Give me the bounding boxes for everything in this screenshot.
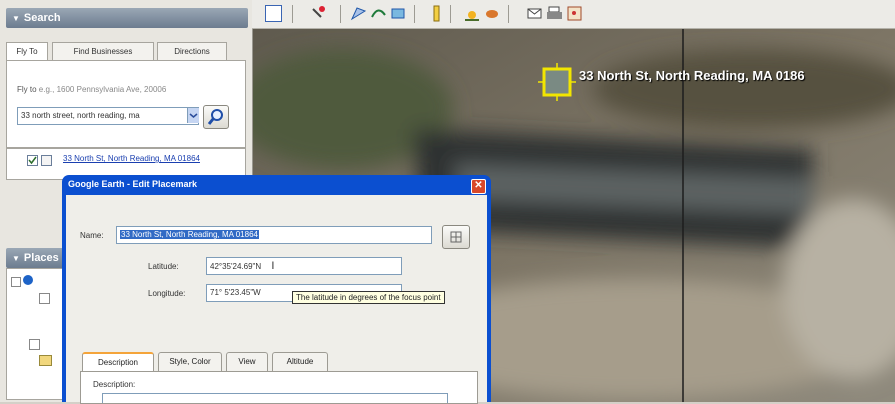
print-icon[interactable] <box>546 5 563 22</box>
polygon-icon[interactable] <box>350 5 367 22</box>
tab-view[interactable]: View <box>226 352 268 371</box>
places-tree <box>6 268 68 400</box>
toolbar <box>252 0 895 29</box>
expand-icon[interactable] <box>11 277 21 287</box>
tab-altitude[interactable]: Altitude <box>272 352 328 371</box>
ruler-icon[interactable] <box>428 5 445 22</box>
collapse-triangle-icon: ▼ <box>12 14 20 23</box>
latitude-tooltip: The latitude in degrees of the focus poi… <box>292 291 445 304</box>
description-label: Description: <box>93 380 136 389</box>
dropdown-button[interactable] <box>187 108 199 123</box>
tab-find-businesses[interactable]: Find Businesses <box>52 42 154 61</box>
result-checkbox[interactable] <box>27 155 38 166</box>
overlay-icon[interactable] <box>390 5 407 22</box>
text-cursor-icon: I <box>271 260 275 272</box>
search-input[interactable]: 33 north street, north reading, ma <box>17 107 199 125</box>
latitude-label: Latitude: <box>148 262 179 271</box>
planet-icon[interactable] <box>484 5 501 22</box>
placemark-icon <box>41 155 52 166</box>
chevron-down-icon <box>189 113 198 118</box>
pushpin-icon <box>450 231 462 243</box>
folder-icon <box>39 355 52 366</box>
email-icon[interactable] <box>526 5 543 22</box>
tab-directions[interactable]: Directions <box>157 42 227 61</box>
placemark-target[interactable] <box>538 63 576 101</box>
search-panel-header[interactable]: ▼ Search <box>6 8 248 28</box>
search-button[interactable] <box>203 105 229 129</box>
placemark-style-button[interactable] <box>442 225 470 249</box>
dialog-title: Google Earth - Edit Placemark <box>68 179 198 189</box>
name-label: Name: <box>80 231 104 240</box>
close-icon[interactable]: ✕ <box>471 179 486 194</box>
magnifier-icon <box>207 109 223 125</box>
edit-placemark-dialog: Google Earth - Edit Placemark ✕ Name: 33… <box>62 175 491 404</box>
fly-to-hint: e.g., 1600 Pennsylvania Ave, 20006 <box>38 85 167 94</box>
path-icon[interactable] <box>370 5 387 22</box>
tab-description[interactable]: Description <box>82 352 154 372</box>
tab-fly-to[interactable]: Fly To <box>6 42 48 62</box>
tree-checkbox[interactable] <box>39 293 50 304</box>
latitude-field[interactable]: 42°35'24.69"N I <box>206 257 402 275</box>
tab-style-color[interactable]: Style, Color <box>158 352 222 371</box>
collapse-triangle-icon: ▼ <box>12 254 20 263</box>
globe-icon <box>23 275 33 285</box>
name-field[interactable]: 33 North St, North Reading, MA 01864 <box>116 226 432 244</box>
placemark-icon <box>538 63 576 101</box>
fly-to-pane: Fly to e.g., 1600 Pennsylvania Ave, 2000… <box>6 60 246 148</box>
placemark-label: 33 North St, North Reading, MA 0186 <box>579 68 805 83</box>
search-result-link[interactable]: 33 North St, North Reading, MA 01864 <box>63 154 200 163</box>
placemark-add-icon[interactable] <box>309 5 326 22</box>
sidebar-toggle-icon[interactable] <box>265 5 282 22</box>
longitude-label: Longitude: <box>148 289 186 298</box>
check-icon <box>28 156 37 165</box>
fly-to-label: Fly to e.g., 1600 Pennsylvania Ave, 2000… <box>17 85 167 94</box>
tree-checkbox[interactable] <box>29 339 40 350</box>
sun-icon[interactable] <box>464 5 481 22</box>
maps-icon[interactable] <box>566 5 583 22</box>
